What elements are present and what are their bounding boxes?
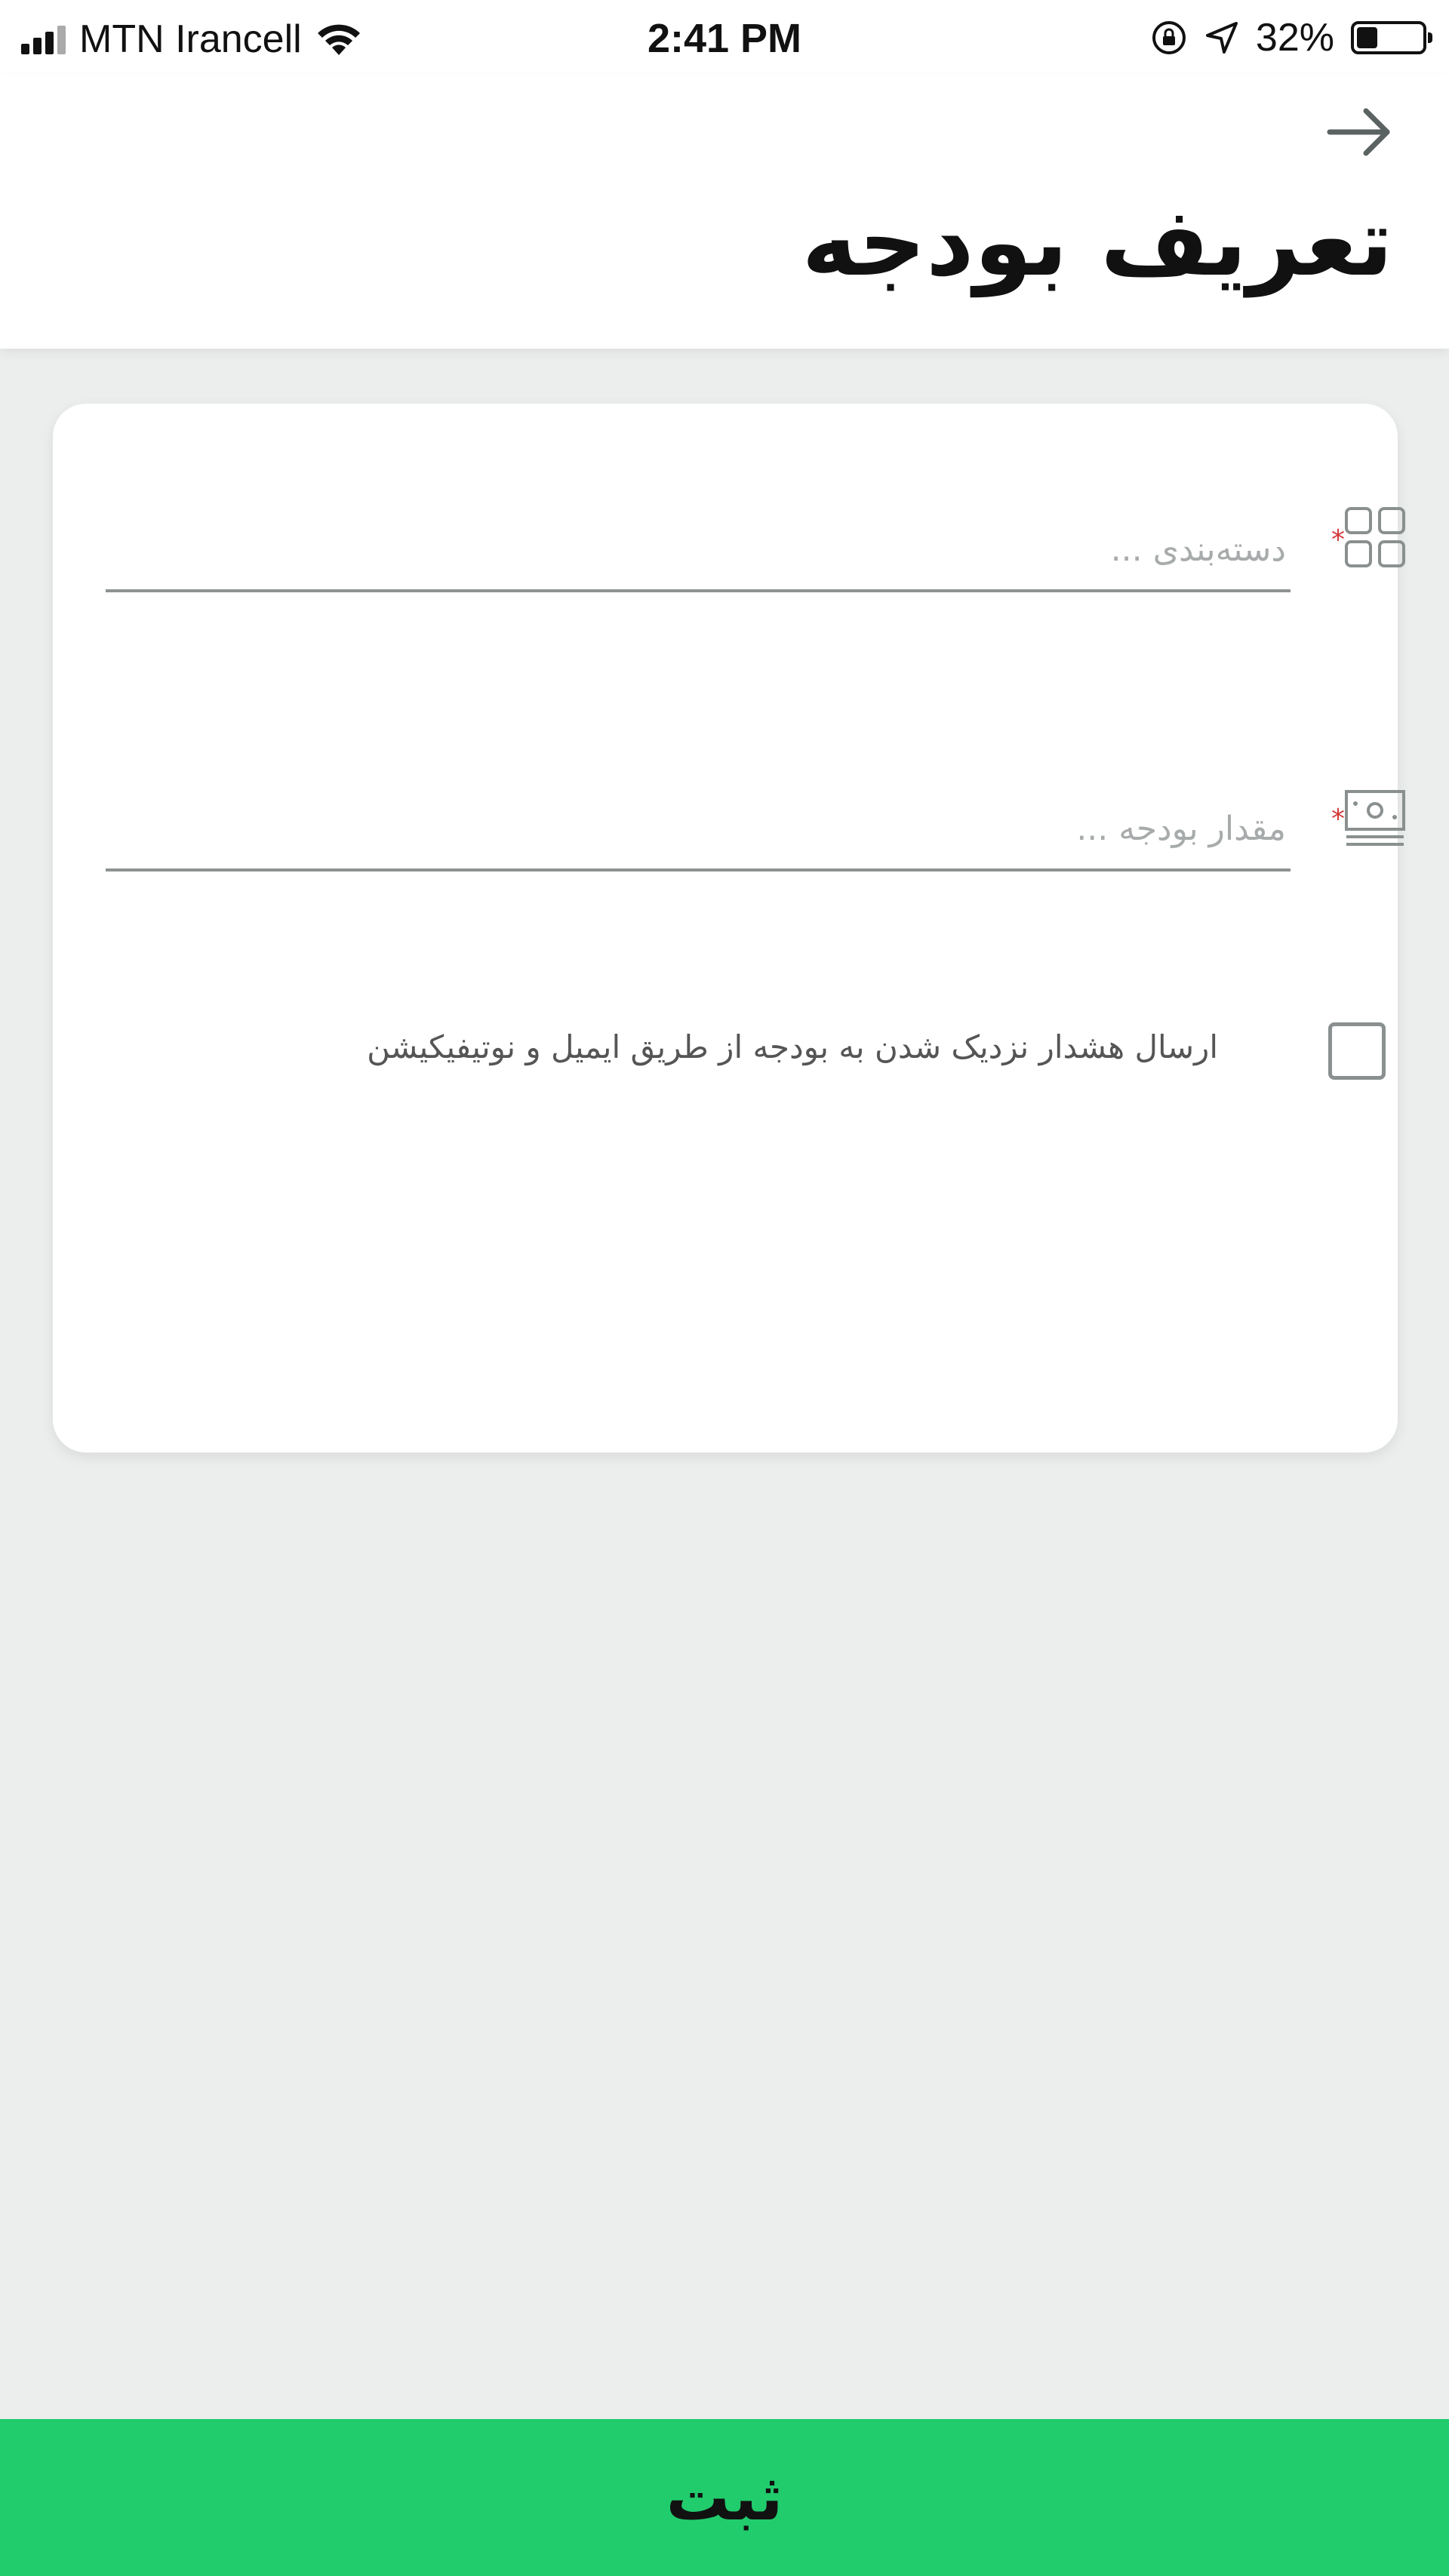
page-header: تعریف بودجه [0, 75, 1449, 349]
budget-form-card: * * ارسال هشدار نزدیک شدن به بودجه از طر… [53, 404, 1405, 1452]
battery-percent: 32% [1255, 16, 1334, 60]
alert-checkbox[interactable] [1328, 1022, 1386, 1080]
orientation-lock-icon [1152, 21, 1186, 54]
submit-button[interactable]: ثبت [0, 2419, 1449, 2576]
category-input[interactable] [106, 509, 1291, 592]
alert-checkbox-label: ارسال هشدار نزدیک شدن به بودجه از طریق ا… [367, 1028, 1218, 1065]
grid-icon [1345, 507, 1405, 567]
location-icon [1205, 22, 1238, 54]
money-icon [1345, 790, 1405, 846]
category-field: * [106, 502, 1345, 592]
required-marker: * [1331, 524, 1345, 555]
status-bar: MTN Irancell 2:41 PM 32% [0, 0, 1449, 75]
amount-input[interactable] [106, 788, 1291, 871]
battery-level [1357, 27, 1377, 48]
amount-field: * [106, 781, 1345, 871]
status-bar-right: 32% [1150, 15, 1432, 60]
required-marker: * [1331, 804, 1345, 835]
arrow-right-icon[interactable] [1321, 102, 1396, 162]
page-title: تعریف بودجه [801, 189, 1393, 297]
battery-icon [1351, 21, 1432, 54]
